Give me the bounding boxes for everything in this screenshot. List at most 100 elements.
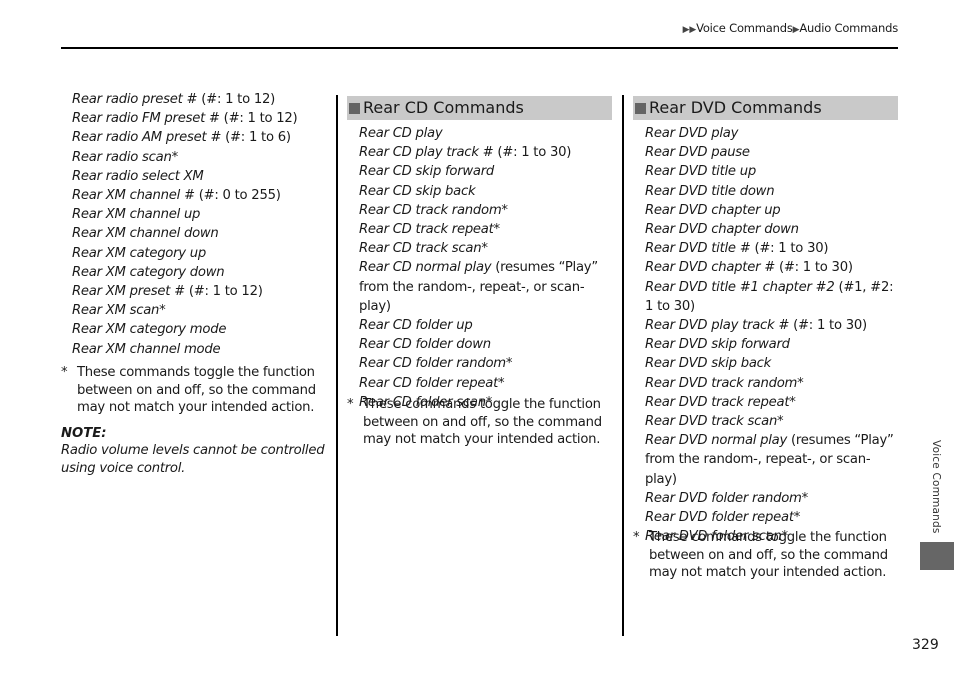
- voice-command-item: Rear CD skip back: [359, 182, 614, 201]
- command-phrase: Rear DVD skip back: [645, 356, 772, 372]
- command-phrase: Rear XM scan*: [72, 303, 166, 319]
- command-phrase: Rear DVD chapter #: [645, 260, 776, 276]
- command-phrase: Rear DVD folder random*: [645, 490, 808, 506]
- command-note: (#: 1 to 30): [493, 145, 572, 161]
- command-phrase: Rear XM category mode: [72, 322, 227, 338]
- command-phrase: Rear radio AM preset #: [72, 130, 222, 146]
- footnote-asterisk: *: [61, 365, 68, 380]
- header-rule: [61, 47, 898, 49]
- command-phrase: Rear DVD pause: [645, 145, 750, 161]
- command-note: (#: 1 to 30): [775, 260, 853, 276]
- voice-command-item: Rear DVD title down: [645, 182, 900, 201]
- voice-command-item: Rear radio scan*: [72, 148, 332, 167]
- voice-command-item: Rear CD folder repeat*: [359, 374, 614, 393]
- side-tab-label[interactable]: Voice Commands: [922, 440, 942, 540]
- command-phrase: Rear DVD chapter down: [645, 222, 799, 238]
- command-note: (#: 1 to 6): [221, 130, 291, 146]
- voice-command-item: Rear CD folder down: [359, 335, 614, 354]
- voice-command-item: Rear DVD title #1 chapter #2 (#1, #2: 1 …: [645, 278, 900, 316]
- command-note: (#: 1 to 12): [219, 111, 298, 127]
- voice-command-item: Rear CD folder random*: [359, 354, 614, 373]
- command-phrase: Rear DVD title up: [645, 164, 756, 180]
- command-phrase: Rear CD skip forward: [359, 164, 495, 180]
- voice-command-item: Rear XM scan*: [72, 301, 332, 320]
- voice-command-item: Rear radio preset # (#: 1 to 12): [72, 90, 332, 109]
- voice-command-item: Rear CD play track # (#: 1 to 30): [359, 143, 614, 162]
- command-phrase: Rear CD normal play: [359, 260, 492, 276]
- voice-command-item: Rear CD folder up: [359, 316, 614, 335]
- footnote-asterisk: *: [347, 397, 354, 412]
- voice-command-item: Rear DVD skip back: [645, 354, 900, 373]
- voice-command-item: Rear DVD chapter up: [645, 201, 900, 220]
- column-divider: [622, 95, 624, 636]
- voice-command-item: Rear DVD pause: [645, 143, 900, 162]
- side-tab-marker[interactable]: [920, 542, 954, 570]
- command-phrase: Rear CD folder up: [359, 318, 473, 334]
- command-note: (#: 1 to 12): [197, 92, 276, 107]
- command-phrase: Rear DVD play: [645, 126, 739, 141]
- toggle-footnote: * These commands toggle the function betw…: [61, 364, 337, 417]
- voice-command-item: Rear DVD title # (#: 1 to 30): [645, 239, 900, 258]
- toggle-footnote: * These commands toggle the function betw…: [347, 396, 623, 449]
- command-phrase: Rear XM channel up: [72, 207, 201, 223]
- voice-command-item: Rear DVD track random*: [645, 374, 900, 393]
- voice-command-item: Rear DVD chapter down: [645, 220, 900, 239]
- command-phrase: Rear DVD chapter up: [645, 202, 781, 218]
- voice-command-item: Rear CD play: [359, 124, 614, 143]
- command-phrase: Rear CD track repeat*: [359, 222, 500, 238]
- command-note: (#: 1 to 12): [184, 284, 263, 300]
- voice-command-item: Rear XM channel up: [72, 205, 332, 224]
- voice-command-item: Rear radio FM preset # (#: 1 to 12): [72, 109, 332, 128]
- command-phrase: Rear CD track scan*: [359, 241, 488, 257]
- voice-command-item: Rear XM channel down: [72, 224, 332, 243]
- footnote-text: These commands toggle the function betwe…: [77, 365, 316, 416]
- breadcrumb-item-voice-commands[interactable]: Voice Commands: [696, 21, 793, 35]
- note-text: Radio volume levels cannot be controlled…: [61, 443, 325, 476]
- command-phrase: Rear CD skip back: [359, 183, 476, 199]
- voice-command-item: Rear XM channel # (#: 0 to 255): [72, 186, 332, 205]
- voice-command-item: Rear XM preset # (#: 1 to 12): [72, 282, 332, 301]
- command-phrase: Rear DVD track scan*: [645, 414, 784, 430]
- breadcrumb-item-audio-commands[interactable]: Audio Commands: [799, 21, 898, 35]
- voice-command-item: Rear radio AM preset # (#: 1 to 6): [72, 128, 332, 147]
- command-note: (#: 0 to 255): [194, 188, 281, 204]
- command-phrase: Rear DVD title down: [645, 183, 775, 199]
- toggle-footnote: * These commands toggle the function betw…: [633, 529, 909, 582]
- voice-command-item: Rear CD track scan*: [359, 239, 614, 258]
- voice-command-item: Rear DVD play: [645, 124, 900, 143]
- voice-command-item: Rear CD normal play (resumes “Play” from…: [359, 258, 614, 316]
- command-phrase: Rear CD folder repeat*: [359, 375, 505, 391]
- command-phrase: Rear CD play track #: [359, 145, 494, 161]
- command-phrase: Rear DVD skip forward: [645, 337, 790, 353]
- voice-command-item: Rear XM category down: [72, 263, 332, 282]
- voice-command-item: Rear CD skip forward: [359, 162, 614, 181]
- section-title: Rear CD Commands: [363, 98, 524, 117]
- footnote-text: These commands toggle the function betwe…: [649, 530, 888, 581]
- section-header-rear-cd: Rear CD Commands: [347, 96, 612, 120]
- voice-command-item: Rear XM channel mode: [72, 340, 332, 359]
- command-note: (#: 1 to 30): [789, 318, 867, 334]
- command-phrase: Rear CD play: [359, 126, 443, 141]
- command-phrase: Rear XM channel mode: [72, 341, 221, 357]
- command-phrase: Rear CD track random*: [359, 202, 508, 218]
- radio-xm-command-list: Rear radio preset # (#: 1 to 12) Rear rad…: [72, 90, 332, 359]
- voice-command-item: Rear DVD normal play (resumes “Play” fro…: [645, 431, 900, 489]
- command-phrase: Rear DVD track repeat*: [645, 394, 796, 410]
- voice-command-item: Rear DVD skip forward: [645, 335, 900, 354]
- command-phrase: Rear DVD play track #: [645, 318, 790, 334]
- command-phrase: Rear DVD title #1 chapter #2: [645, 279, 835, 295]
- voice-command-item: Rear DVD folder random*: [645, 489, 900, 508]
- command-phrase: Rear DVD normal play: [645, 433, 788, 449]
- voice-command-item: Rear DVD track scan*: [645, 412, 900, 431]
- command-phrase: Rear XM channel down: [72, 226, 219, 242]
- voice-command-item: Rear radio select XM: [72, 167, 332, 186]
- voice-command-item: Rear CD track random*: [359, 201, 614, 220]
- voice-command-item: Rear CD track repeat*: [359, 220, 614, 239]
- command-phrase: Rear DVD folder repeat*: [645, 510, 801, 526]
- command-phrase: Rear XM channel #: [72, 188, 195, 204]
- page-number: 329: [912, 637, 939, 653]
- command-phrase: Rear radio scan*: [72, 149, 178, 165]
- command-phrase: Rear DVD track random*: [645, 375, 804, 391]
- section-marker-icon: [349, 102, 360, 114]
- voice-command-item: Rear XM category up: [72, 244, 332, 263]
